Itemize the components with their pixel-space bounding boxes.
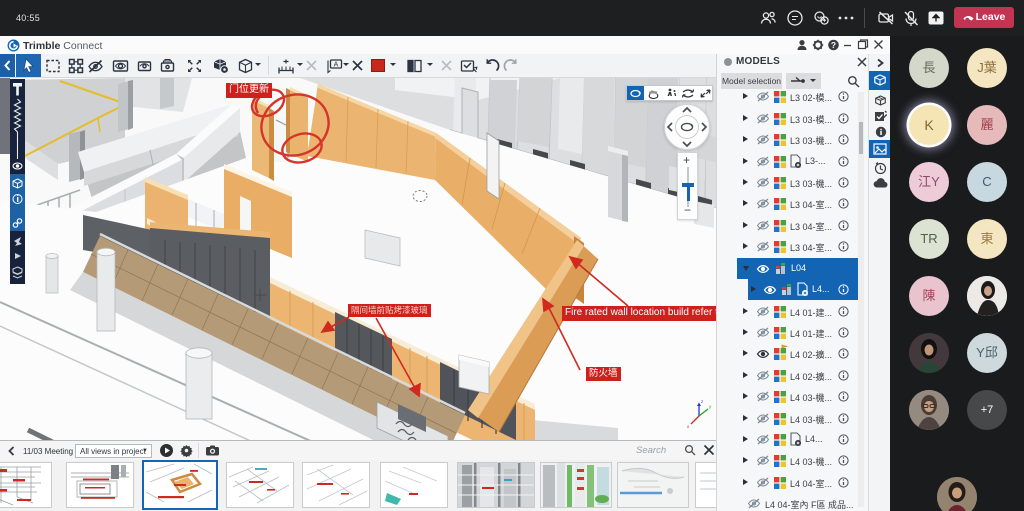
- svg-text:?: ?: [831, 40, 836, 50]
- svg-text:A: A: [334, 62, 339, 69]
